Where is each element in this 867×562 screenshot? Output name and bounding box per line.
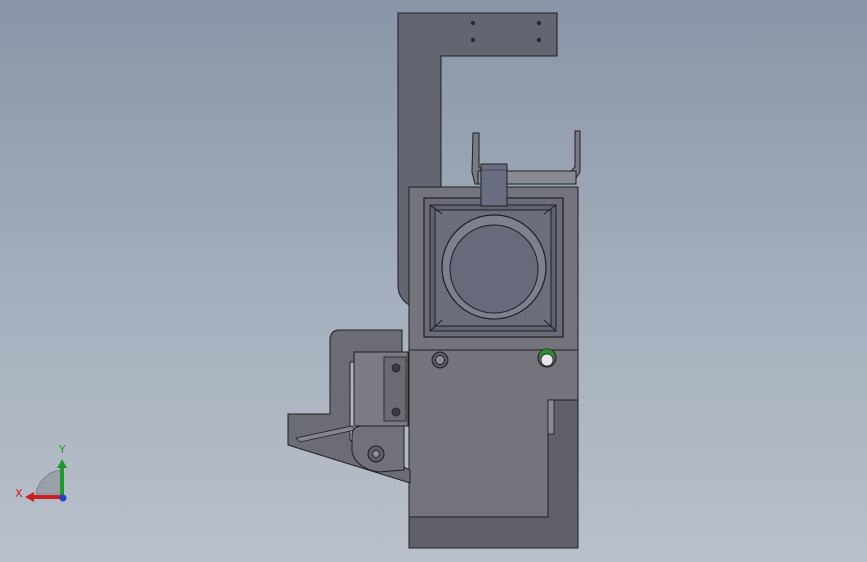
view-orientation-triad[interactable] [14,442,84,506]
z-axis-dot [59,494,67,502]
cad-graphics-viewport[interactable]: X Y [0,0,867,562]
highlighted-hole[interactable] [537,348,557,368]
motor-can[interactable] [441,214,547,320]
triad-y-label: Y [59,443,66,456]
mount-hole [470,20,476,26]
mount-hole [536,37,542,43]
cad-assembly-model[interactable] [0,0,867,562]
screw-head[interactable] [431,351,449,369]
triad-x-label: X [15,487,23,500]
mount-hole [536,20,542,26]
lower-body[interactable] [408,349,579,549]
gripper-linkage[interactable] [287,329,411,484]
mount-hole [470,37,476,43]
